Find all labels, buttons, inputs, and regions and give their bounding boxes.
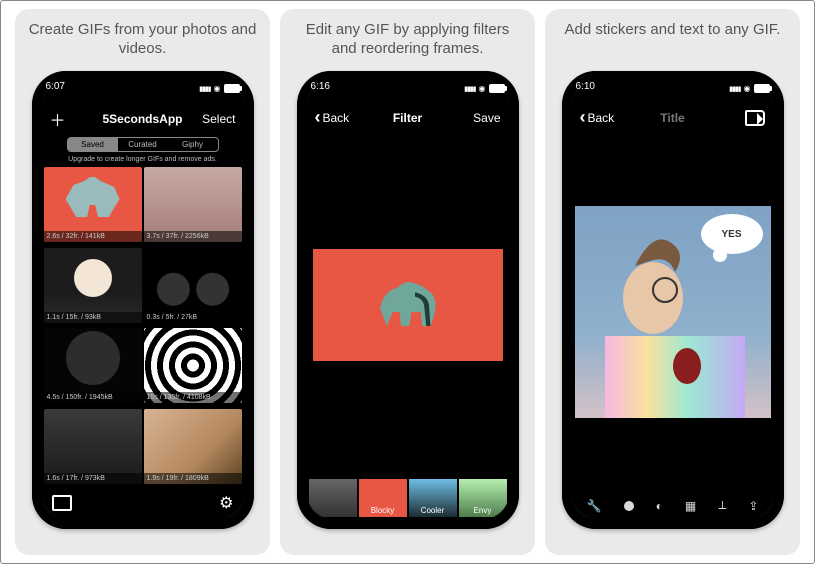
filter-preview[interactable] [307,132,509,477]
add-button[interactable] [50,107,90,131]
save-button[interactable]: Save [461,111,501,125]
nav-bar: 5SecondsApp Select [42,103,244,135]
preview-image [313,249,503,361]
battery-icon [754,84,770,93]
phone-mock: 6:10 Back Title [562,71,784,529]
gif-grid: 2.6s / 32fr. / 141kB 3.7s / 37fr. / 2256… [42,167,244,487]
slide-1: Create GIFs from your photos and videos.… [15,9,270,555]
signal-icon [464,83,475,94]
back-button[interactable]: Back [580,107,620,128]
phone-mock: 6:07 5SecondsApp Select Saved Curated Gi… [32,71,254,529]
sticker-canvas[interactable]: YES [572,132,774,492]
settings-icon[interactable] [219,493,233,513]
segment-saved[interactable]: Saved [68,138,118,151]
tile-meta: 1.9s / 19fr. / 1809kB [144,473,242,484]
tile-meta: 15s / 135fr. / 4108kB [144,392,242,403]
tool-crop-icon[interactable]: ⟂ [718,498,726,513]
status-time: 6:07 [46,81,65,95]
tile-meta: 1.6s / 17fr. / 973kB [44,473,142,484]
bottom-toolbar [42,487,244,519]
slide-caption: Edit any GIF by applying filters and reo… [292,21,523,61]
slide-caption: Create GIFs from your photos and videos. [27,21,258,61]
screen: 5SecondsApp Select Saved Curated Giphy U… [42,81,244,519]
back-button[interactable]: Back [315,107,355,128]
back-label: Back [588,111,615,125]
filter-option[interactable]: Envy [459,479,507,517]
phone-mock: 6:16 Back Filter Save [297,71,519,529]
tool-selected-indicator[interactable] [624,501,634,511]
gif-image: YES [575,206,771,418]
chevron-left-icon [315,107,321,128]
signal-icon [199,83,210,94]
signal-icon [729,83,740,94]
filter-strip: Blocky Cooler Envy [307,477,509,519]
filter-option[interactable] [309,479,357,517]
plus-icon [50,107,66,131]
person-art [575,206,771,418]
wifi-icon [214,83,221,94]
nav-bar: Back Title [572,103,774,132]
gif-tile[interactable]: 1.1s / 15fr. / 93kB [44,248,142,323]
tool-speed-icon[interactable]: ◐ [656,499,663,513]
gif-tile[interactable]: 15s / 135fr. / 4108kB [144,328,242,403]
chevron-left-icon [580,107,586,128]
slide-caption: Add stickers and text to any GIF. [565,21,781,61]
wifi-icon [744,83,751,94]
screenshots-container: Create GIFs from your photos and videos.… [0,0,815,564]
gif-tile[interactable]: 3.7s / 37fr. / 2256kB [144,167,242,242]
nav-title: Filter [393,111,422,125]
nav-bar: Back Filter Save [307,103,509,132]
phone-notch [623,71,723,93]
filter-option[interactable]: Blocky [359,479,407,517]
tile-meta: 0.3s / 5fr. / 27kB [144,312,242,323]
back-label: Back [323,111,350,125]
tool-grid-icon[interactable]: ▦ [685,499,696,513]
status-time: 6:16 [311,81,330,95]
segmented-control[interactable]: Saved Curated Giphy [67,137,219,152]
gif-tile[interactable]: 1.6s / 17fr. / 973kB [44,409,142,484]
elephant-art [373,275,443,335]
nav-title: 5SecondsApp [102,112,182,126]
gif-tile[interactable]: 4.5s / 150fr. / 1945kB [44,328,142,403]
gif-tile[interactable]: 2.6s / 32fr. / 141kB [44,167,142,242]
tile-meta: 4.5s / 150fr. / 1945kB [44,392,142,403]
label-icon[interactable] [52,495,72,511]
share-icon[interactable]: ⇪ [748,499,758,513]
battery-icon [224,84,240,93]
battery-icon [489,84,505,93]
tag-icon [745,110,765,126]
slide-3: Add stickers and text to any GIF. 6:10 B… [545,9,800,555]
tile-meta: 1.1s / 15fr. / 93kB [44,312,142,323]
nav-title: Title [660,111,684,125]
tile-meta: 3.7s / 37fr. / 2256kB [144,231,242,242]
tag-button[interactable] [725,110,765,126]
screen: Back Title YES [572,81,774,519]
upgrade-banner[interactable]: Upgrade to create longer GIFs and remove… [42,154,244,167]
screen: Back Filter Save Blocky [307,81,509,519]
slide-2: Edit any GIF by applying filters and reo… [280,9,535,555]
segment-curated[interactable]: Curated [118,138,168,151]
filter-option[interactable]: Cooler [409,479,457,517]
select-button[interactable]: Select [195,112,235,126]
editor-toolbar: 🔧 ◐ ▦ ⟂ ⇪ [572,492,774,519]
gif-tile[interactable]: 0.3s / 5fr. / 27kB [144,248,242,323]
wifi-icon [479,83,486,94]
segment-giphy[interactable]: Giphy [168,138,218,151]
tile-meta: 2.6s / 32fr. / 141kB [44,231,142,242]
tool-wrench-icon[interactable]: 🔧 [587,499,602,513]
phone-notch [93,71,193,93]
phone-notch [358,71,458,93]
status-time: 6:10 [576,81,595,95]
gif-tile[interactable]: 1.9s / 19fr. / 1809kB [144,409,242,484]
